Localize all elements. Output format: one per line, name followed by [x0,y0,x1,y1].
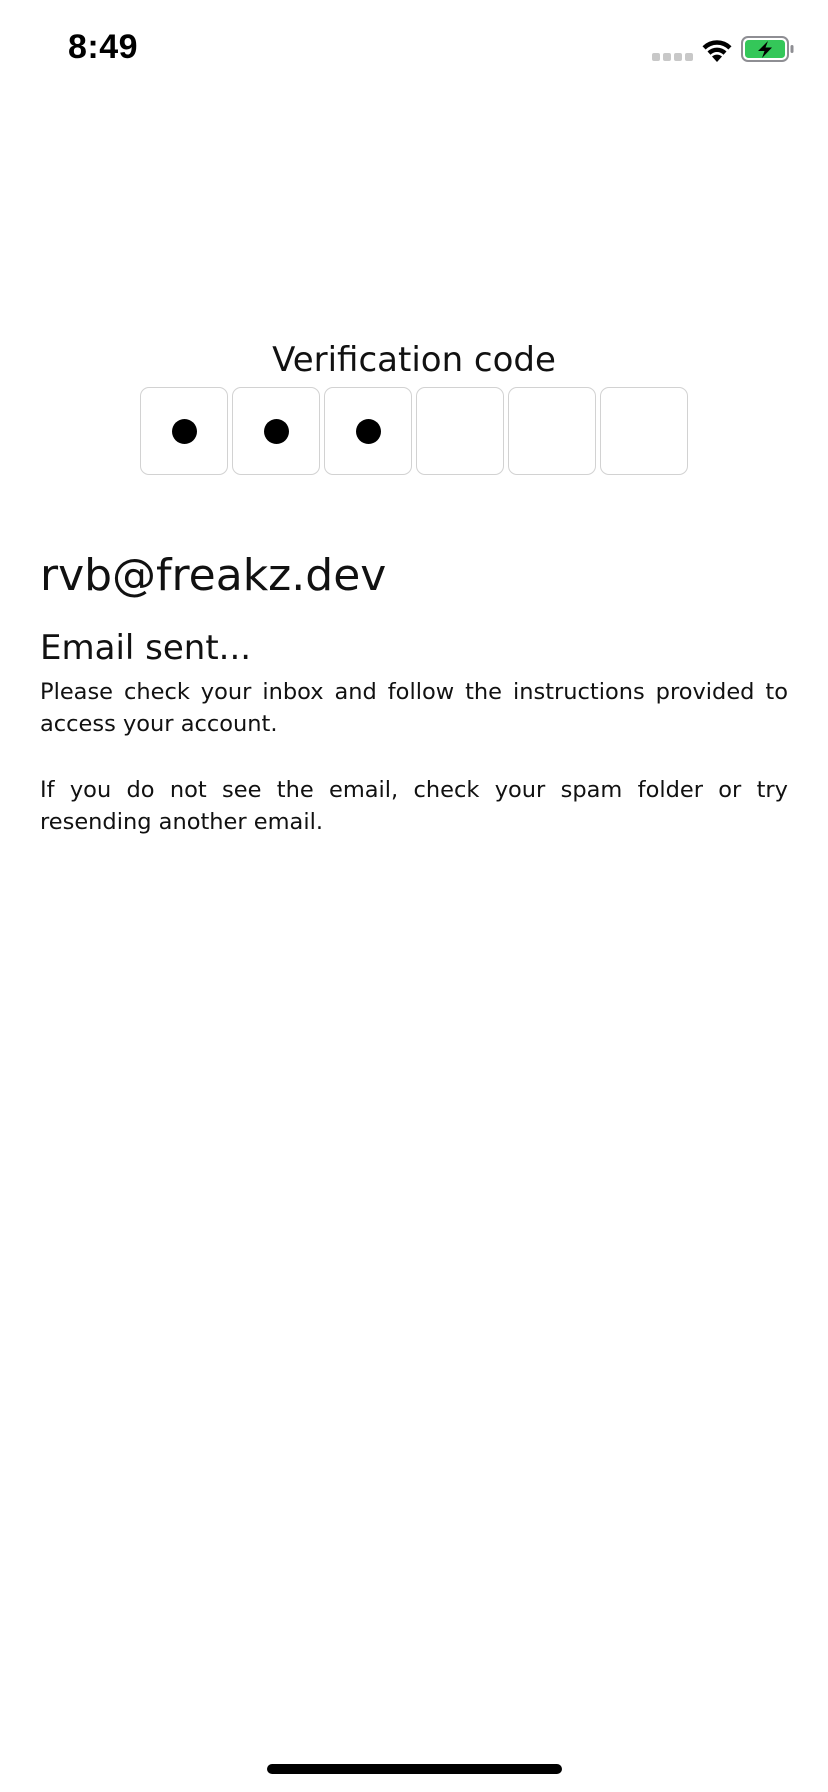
verification-title: Verification code [272,340,556,380]
status-time: 8:49 [68,28,139,66]
verification-screen: 8:49 Verification code rvb@freakz.dev Em… [0,0,828,1792]
code-digit-mask [355,418,381,444]
home-indicator[interactable] [267,1764,562,1774]
verification-code-input[interactable] [140,387,688,475]
signal-dots-icon [652,53,693,61]
spam-hint-text: If you do not see the email, check your … [40,777,788,835]
instructions-text: Please check your inbox and follow the i… [40,679,788,737]
code-digit-box-1[interactable] [140,387,228,475]
battery-charging-icon [741,36,794,62]
email-address: rvb@freakz.dev [40,550,387,601]
wifi-icon [702,40,732,62]
code-digit-box-4[interactable] [416,387,504,475]
code-digit-box-6[interactable] [600,387,688,475]
status-bar: 8:49 [0,0,828,100]
code-digit-box-3[interactable] [324,387,412,475]
code-digit-mask [263,418,289,444]
code-digit-box-5[interactable] [508,387,596,475]
code-digit-box-2[interactable] [232,387,320,475]
email-sent-title: Email sent... [40,628,252,668]
code-digit-mask [171,418,197,444]
